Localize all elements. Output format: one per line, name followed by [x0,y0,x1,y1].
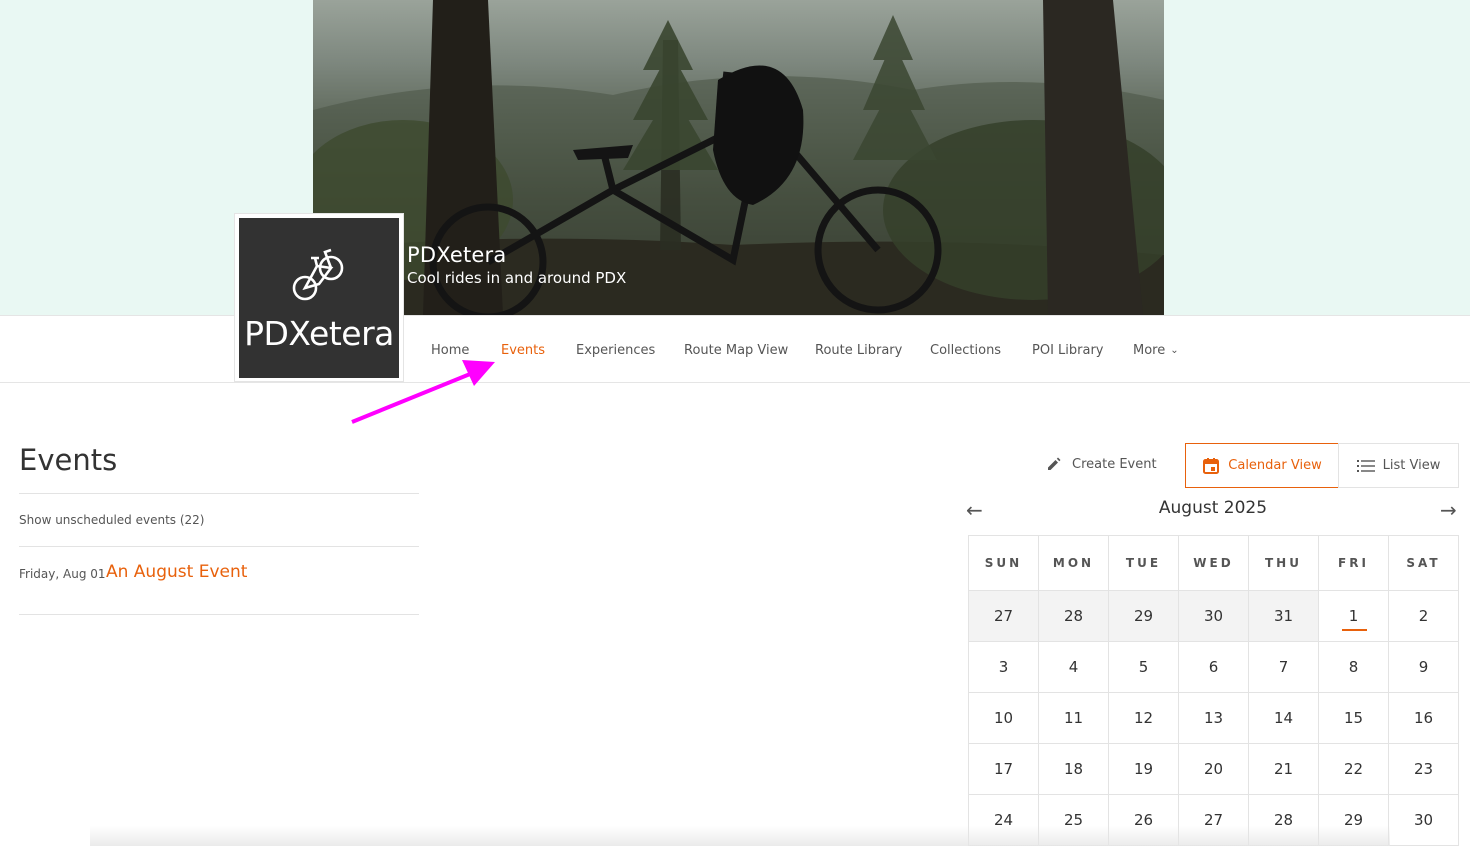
event-title-link[interactable]: An August Event [106,562,247,582]
calendar-day-cell[interactable]: 22 [1319,744,1389,795]
calendar-grid: SUN MON TUE WED THU FRI SAT 27 28 29 30 31 1 2 3 4 5 6 7 8… [968,535,1459,846]
calendar-day-cell[interactable]: 4 [1039,642,1109,693]
calendar-day-cell[interactable]: 5 [1109,642,1179,693]
calendar-day-cell[interactable]: 7 [1249,642,1319,693]
calendar-day-cell[interactable]: 18 [1039,744,1109,795]
calendar-day-cell[interactable]: 30 [1389,795,1459,846]
calendar-day-cell[interactable]: 6 [1179,642,1249,693]
logo-text: PDXetera [244,314,394,353]
calendar-day-cell[interactable]: 12 [1109,693,1179,744]
calendar-week-row: 10 11 12 13 14 15 16 [969,693,1459,744]
nav-item-route-map-view[interactable]: Route Map View [684,343,788,358]
divider [19,493,419,494]
nav-item-collections[interactable]: Collections [930,343,1001,358]
nav-bar: Home Events Experiences Route Map View R… [0,315,1470,383]
calendar-day-cell[interactable]: 10 [969,693,1039,744]
calendar-view-button[interactable]: Calendar View [1185,443,1339,488]
arrow-left-icon[interactable]: ← [966,498,983,522]
calendar-body: 27 28 29 30 31 1 2 3 4 5 6 7 8 9 10 11 12 13 14 15 16 17 18 19 2… [969,591,1459,846]
pencil-icon [1048,457,1061,470]
cover-photo [313,0,1164,315]
list-icon [1356,459,1375,472]
arrow-right-icon[interactable]: → [1440,498,1457,522]
calendar-day-cell[interactable]: 21 [1249,744,1319,795]
calendar-day-cell[interactable]: 11 [1039,693,1109,744]
calendar-day-cell[interactable]: 28 [1039,591,1109,642]
calendar-day-cell[interactable]: 9 [1389,642,1459,693]
calendar-day-cell[interactable]: 20 [1179,744,1249,795]
calendar-day-cell[interactable]: 29 [1109,591,1179,642]
weekday-label: FRI [1319,536,1389,591]
nav-item-poi-library[interactable]: POI Library [1032,343,1104,358]
calendar-month-label: August 2025 [1158,498,1268,518]
calendar-day-cell[interactable]: 14 [1249,693,1319,744]
nav-item-more[interactable]: More ⌄ [1133,343,1179,358]
calendar-day-cell[interactable]: 16 [1389,693,1459,744]
weekday-label: THU [1249,536,1319,591]
calendar-day-cell[interactable]: 15 [1319,693,1389,744]
nav-item-route-library[interactable]: Route Library [815,343,902,358]
bottom-shadow [90,826,1390,846]
calendar-day-cell[interactable]: 27 [969,591,1039,642]
calendar-day-cell[interactable]: 17 [969,744,1039,795]
divider [19,614,419,615]
page-title: Events [19,443,118,477]
calendar-weekday-header: SUN MON TUE WED THU FRI SAT [969,536,1459,591]
calendar-day-cell-with-event[interactable]: 1 [1319,591,1389,642]
event-date: Friday, Aug 01 [19,567,106,581]
club-tagline: Cool rides in and around PDX [407,269,627,287]
calendar-week-row: 3456789 [969,642,1459,693]
calendar-icon [1203,457,1220,474]
calendar-day-cell[interactable]: 2 [1389,591,1459,642]
calendar-view-label: Calendar View [1228,458,1322,473]
club-name: PDXetera [407,243,507,267]
calendar-day-cell[interactable]: 13 [1179,693,1249,744]
cover-photo-graphic [313,0,1164,315]
calendar-day-cell[interactable]: 19 [1109,744,1179,795]
chevron-down-icon: ⌄ [1170,345,1179,356]
calendar-day-cell[interactable]: 8 [1319,642,1389,693]
calendar-day-cell[interactable]: 31 [1249,591,1319,642]
weekday-label: SUN [969,536,1039,591]
weekday-label: WED [1179,536,1249,591]
weekday-label: TUE [1109,536,1179,591]
bicycle-icon [292,248,344,301]
show-unscheduled-link[interactable]: Show unscheduled events (22) [19,513,205,527]
create-event-button[interactable]: Create Event [1046,456,1157,472]
calendar-week-row: 27 28 29 30 31 1 2 [969,591,1459,642]
calendar-day-cell[interactable]: 30 [1179,591,1249,642]
divider [19,546,419,547]
list-view-button[interactable]: List View [1338,443,1459,488]
weekday-label: SAT [1389,536,1459,591]
nav-more-label: More [1133,343,1166,358]
calendar-day-cell[interactable]: 23 [1389,744,1459,795]
create-event-label: Create Event [1072,456,1157,472]
list-view-label: List View [1382,458,1441,473]
calendar-day-cell[interactable]: 3 [969,642,1039,693]
calendar-week-row: 17 18 19 20 21 22 23 [969,744,1459,795]
annotation-arrow [351,360,495,424]
weekday-label: MON [1039,536,1109,591]
nav-item-experiences[interactable]: Experiences [576,343,655,358]
